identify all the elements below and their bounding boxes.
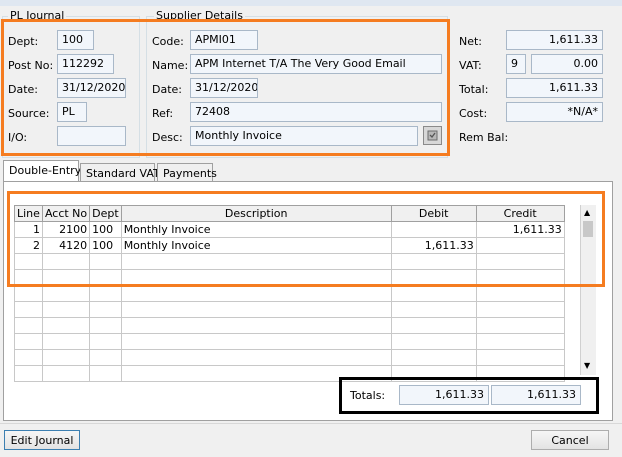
edit-journal-button[interactable]: Edit Journal: [4, 430, 80, 450]
net-field[interactable]: 1,611.33: [506, 30, 603, 50]
vat-field[interactable]: 0.00: [531, 54, 603, 74]
grid-highlight-box: [7, 191, 605, 287]
tab-payments[interactable]: Payments: [157, 163, 217, 182]
tab-double-entry[interactable]: Double-Entry: [3, 160, 81, 182]
bottom-separator: [0, 423, 622, 424]
cost-field[interactable]: *N/A*: [506, 102, 603, 122]
total-field[interactable]: 1,611.33: [506, 78, 603, 98]
net-label: Net:: [459, 35, 483, 48]
vat-code-field[interactable]: 9: [506, 54, 526, 74]
totals-highlight-box: [339, 377, 599, 414]
tab-standard-vat[interactable]: Standard VAT: [80, 163, 160, 182]
table-row[interactable]: [14, 317, 565, 334]
cost-label: Cost:: [459, 107, 488, 120]
table-row[interactable]: [14, 301, 565, 318]
total-label: Total:: [459, 83, 489, 96]
rem-bal-label: Rem Bal:: [459, 131, 509, 144]
vat-label: VAT:: [459, 59, 482, 72]
header-highlight-box: [1, 19, 450, 156]
window-top-edge: [0, 0, 622, 6]
cancel-button[interactable]: Cancel: [531, 430, 609, 450]
scroll-down-icon[interactable]: ▼: [584, 361, 590, 370]
table-row[interactable]: [14, 285, 565, 302]
table-row[interactable]: [14, 349, 565, 366]
table-row[interactable]: [14, 333, 565, 350]
